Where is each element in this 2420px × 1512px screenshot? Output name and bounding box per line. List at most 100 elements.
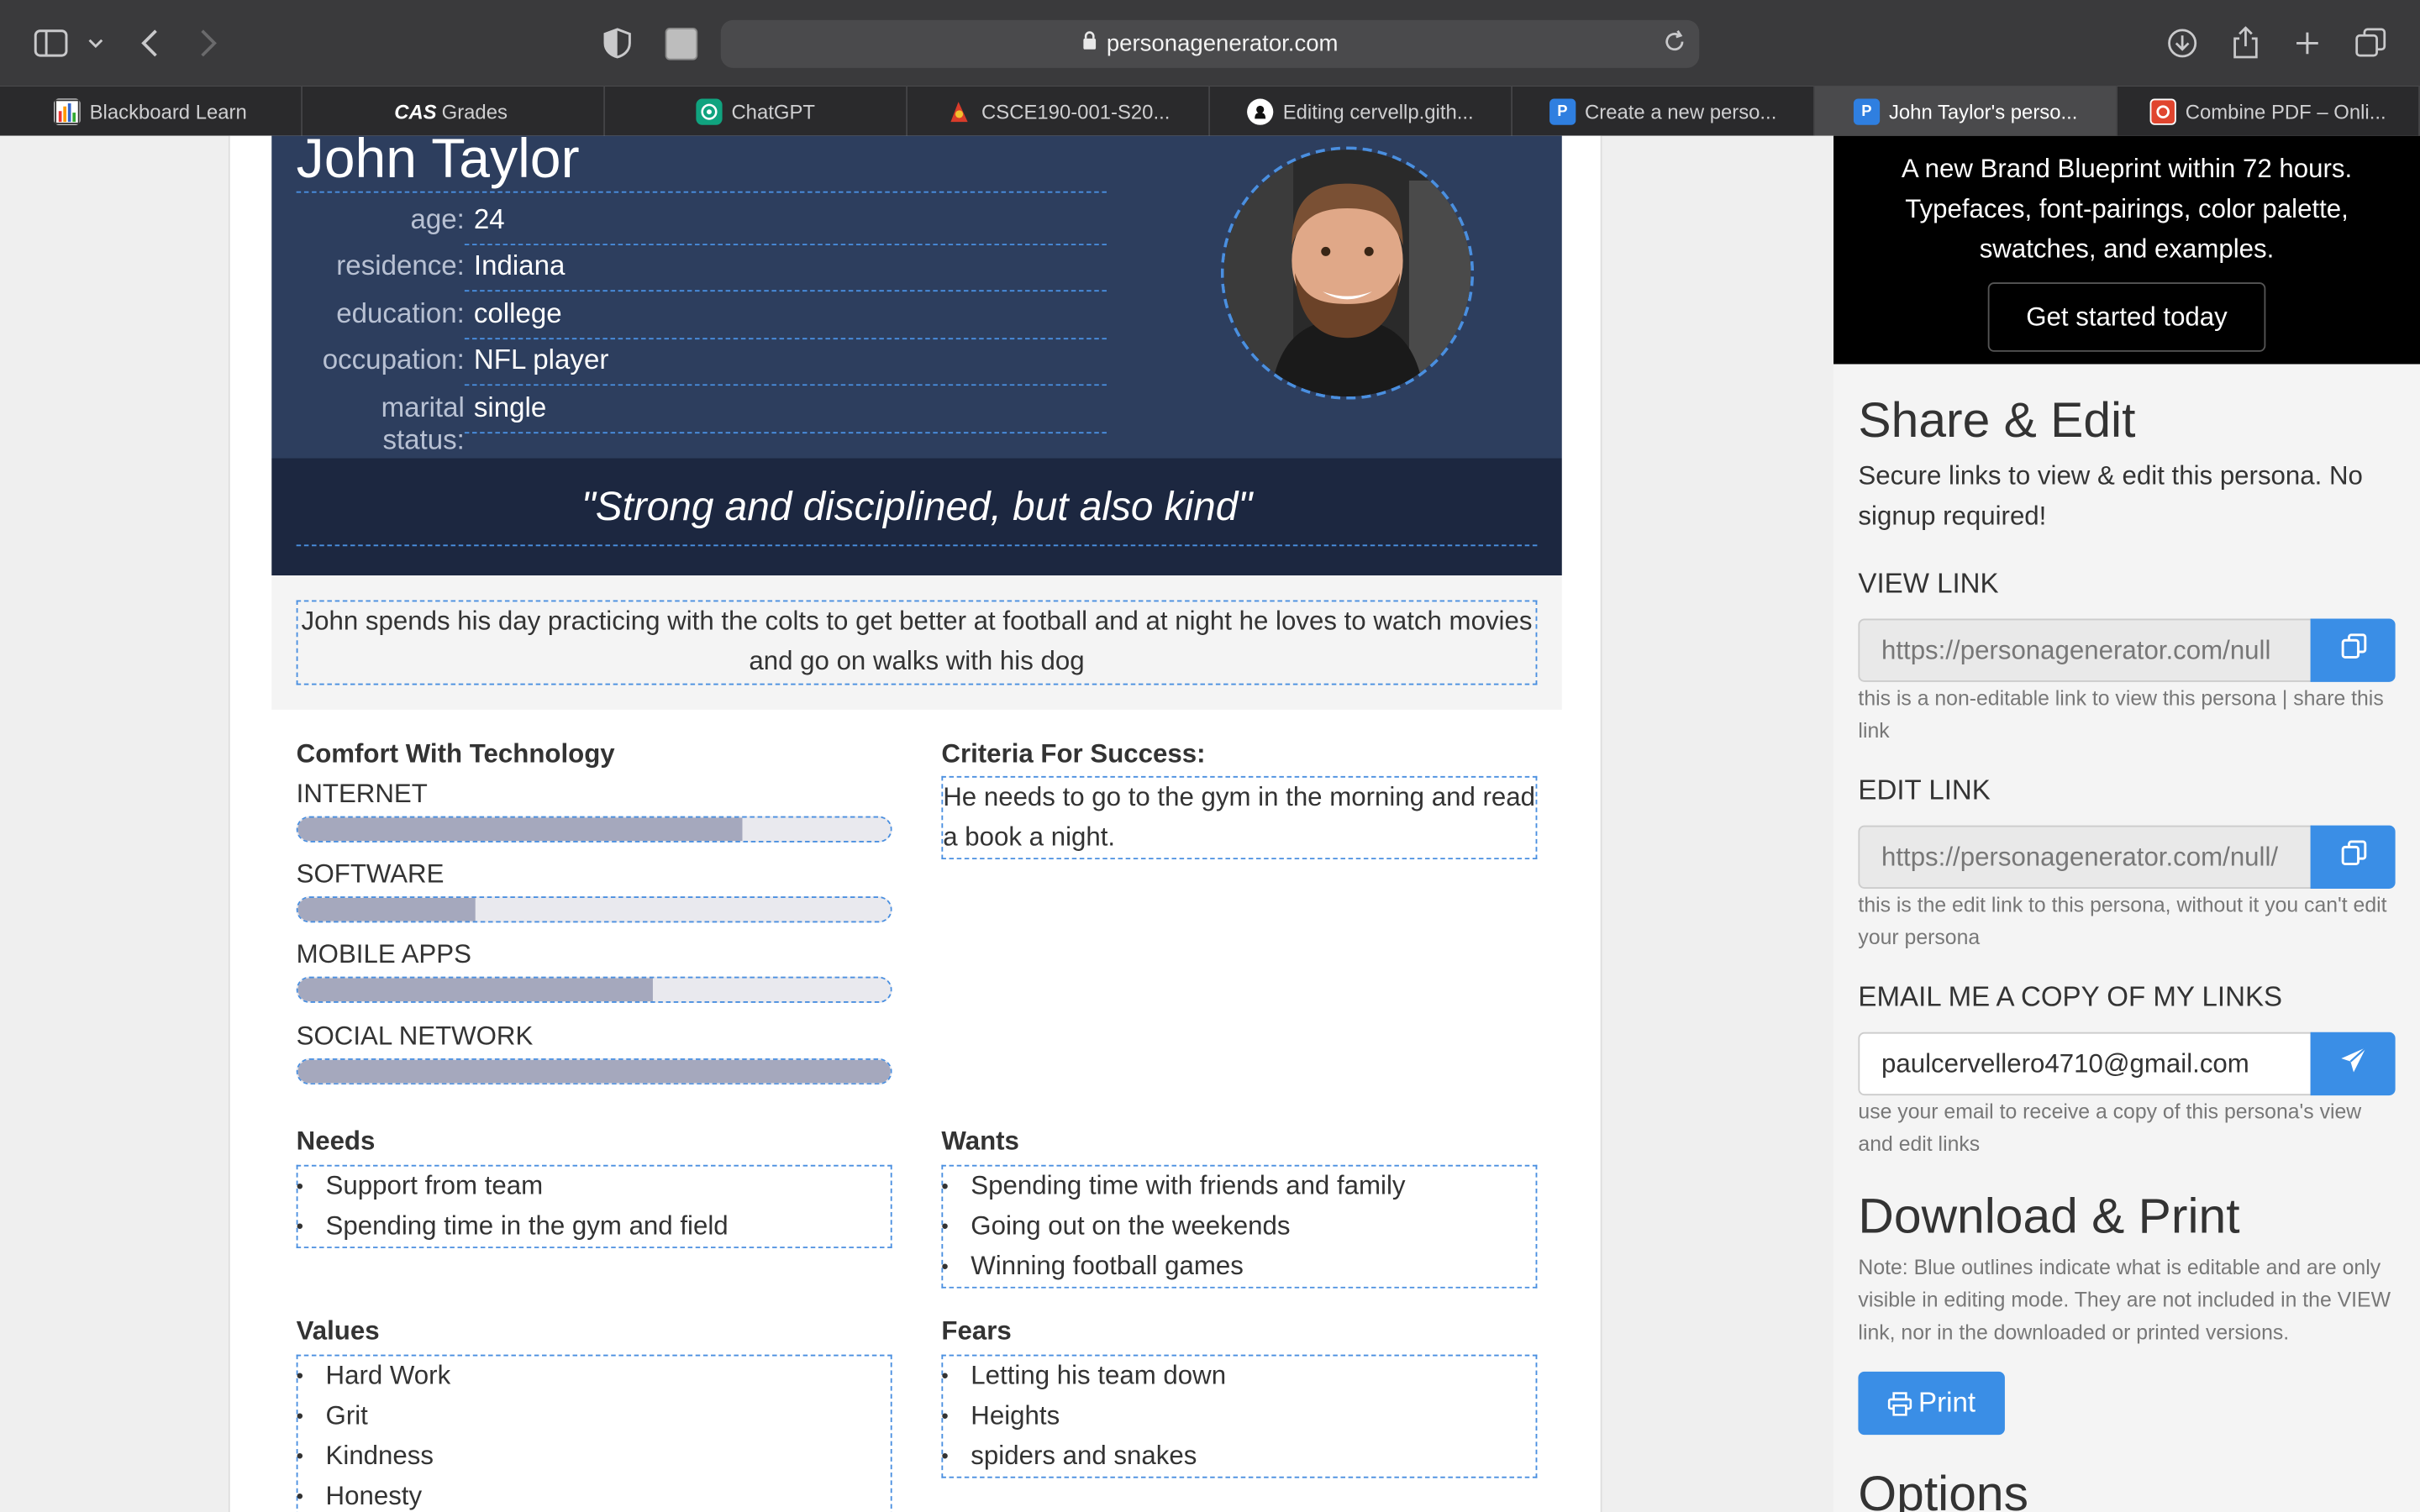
list-item: Spending time in the gym and field [297, 1206, 891, 1247]
copy-edit-link-button[interactable] [2310, 825, 2396, 889]
download-note: Note: Blue outlines indicate what is edi… [1858, 1256, 2391, 1344]
edit-link-input[interactable]: https://personagenerator.com/null/ [1858, 825, 2312, 889]
field-label: age: [410, 203, 465, 235]
ad-banner: A new Brand Blueprint within 72 hours. T… [1833, 135, 2420, 365]
print-button[interactable]: Print [1858, 1371, 2005, 1436]
list-item: Hard Work [297, 1356, 891, 1396]
tab-blackboard[interactable]: Blackboard Learn [0, 86, 303, 136]
persona-name[interactable]: John Taylor [296, 127, 1107, 193]
options-title: Options [1858, 1465, 2028, 1512]
bio-section: John spends his day practicing with the … [271, 575, 1562, 710]
ad-text: A new Brand Blueprint within 72 hours. T… [1901, 154, 2353, 265]
criteria-text[interactable]: He needs to go to the gym in the morning… [941, 775, 1538, 860]
sidebar: A new Brand Blueprint within 72 hours. T… [1833, 135, 2420, 1512]
field-value[interactable]: single [464, 386, 1107, 434]
field-residence: residence: Indiana [297, 244, 1107, 292]
downloads-icon[interactable] [2167, 24, 2198, 61]
list-item: Grit [297, 1396, 891, 1436]
tech-bar-internet[interactable] [296, 816, 892, 843]
tab-label: Create a new perso... [1585, 99, 1777, 123]
tab-label: Blackboard Learn [89, 99, 247, 123]
tech-bar-software[interactable] [296, 896, 892, 923]
list-item: Honesty [297, 1477, 891, 1512]
list-item: Going out on the weekends [941, 1206, 1535, 1247]
send-icon [2339, 1046, 2367, 1081]
view-link-label: VIEW LINK [1858, 567, 1999, 599]
tab-john-taylor[interactable]: P John Taylor's perso... [1815, 86, 2118, 136]
values-list[interactable]: Hard Work Grit Kindness Honesty [297, 1354, 892, 1512]
field-age: age: 24 [297, 197, 1107, 246]
print-label: Print [1918, 1387, 1976, 1418]
field-label: marital status: [381, 391, 465, 455]
new-tab-icon[interactable] [2293, 24, 2321, 61]
share-icon[interactable] [2232, 24, 2260, 61]
tab-github[interactable]: Editing cervellp.gith... [1210, 86, 1513, 136]
tab-label: Editing cervellp.gith... [1282, 99, 1474, 123]
tech-bar-fill [297, 1059, 891, 1084]
tab-label: CSCE190-001-S20... [981, 99, 1171, 123]
field-value[interactable]: NFL player [464, 338, 1107, 386]
send-email-button[interactable] [2310, 1032, 2396, 1096]
field-value[interactable]: Indiana [464, 244, 1107, 292]
wants-title: Wants [941, 1126, 1019, 1156]
share-edit-title: Share & Edit [1858, 391, 2136, 448]
list-item: Support from team [297, 1167, 891, 1207]
reload-icon[interactable] [1662, 29, 1686, 60]
back-icon[interactable] [139, 24, 160, 61]
persona-quote[interactable]: "Strong and disciplined, but also kind" [296, 483, 1538, 547]
avatar[interactable] [1220, 146, 1475, 400]
field-value[interactable]: 24 [464, 197, 1107, 246]
tech-label-internet: INTERNET [296, 779, 428, 809]
tech-bar-mobile-apps[interactable] [296, 976, 892, 1003]
edit-link-help: this is the edit link to this persona, w… [1858, 893, 2387, 949]
tech-title: Comfort With Technology [296, 738, 615, 769]
address-bar[interactable]: personagenerator.com [720, 19, 1700, 68]
printer-icon [1887, 1391, 1912, 1415]
blackboard-icon [54, 97, 81, 124]
field-marital-status: marital status: single [297, 386, 1107, 455]
fears-list[interactable]: Letting his team down Heights spiders an… [941, 1354, 1538, 1478]
list-item: spiders and snakes [941, 1436, 1535, 1477]
wants-list[interactable]: Spending time with friends and family Go… [941, 1164, 1538, 1289]
criteria-title: Criteria For Success: [941, 738, 1206, 769]
copy-icon [2339, 839, 2367, 874]
sidebar-toggle-icon[interactable] [34, 24, 68, 61]
url-text: personagenerator.com [1106, 30, 1339, 57]
forward-icon[interactable] [197, 24, 219, 61]
list-item: Heights [941, 1396, 1535, 1436]
field-occupation: occupation: NFL player [297, 338, 1107, 386]
privacy-shield-icon[interactable] [603, 24, 631, 61]
list-item: Kindness [297, 1436, 891, 1477]
lock-icon [1081, 31, 1097, 57]
chevron-down-icon[interactable] [87, 24, 105, 61]
tab-create-persona[interactable]: P Create a new perso... [1512, 86, 1816, 136]
tech-label-social-network: SOCIAL NETWORK [296, 1021, 534, 1051]
copy-icon [2339, 633, 2367, 668]
persona-document: John Taylor age: 24 residence: Indiana e… [228, 127, 1602, 1512]
tech-label-software: SOFTWARE [296, 859, 445, 889]
field-label: residence: [336, 249, 465, 281]
persona-header: John Taylor age: 24 residence: Indiana e… [271, 127, 1562, 459]
cas-icon: CAS [394, 99, 437, 123]
view-link-input[interactable]: https://personagenerator.com/null [1858, 618, 2312, 682]
tech-bar-fill [297, 817, 743, 842]
browser-toolbar: personagenerator.com [0, 0, 2420, 87]
get-started-button[interactable]: Get started today [1987, 282, 2266, 352]
field-value[interactable]: college [464, 291, 1107, 340]
needs-list[interactable]: Support from team Spending time in the g… [297, 1164, 892, 1248]
email-input[interactable]: paulcervellero4710@gmail.com [1858, 1032, 2312, 1096]
quote-section: "Strong and disciplined, but also kind" [271, 458, 1562, 576]
tech-bar-social-network[interactable] [296, 1058, 892, 1085]
field-education: education: college [297, 291, 1107, 340]
field-label: occupation: [322, 344, 465, 375]
tab-label: ChatGPT [731, 99, 815, 123]
tab-overview-icon[interactable] [2355, 24, 2386, 61]
extension-icon[interactable] [665, 24, 698, 61]
persona-bio[interactable]: John spends his day practicing with the … [296, 600, 1538, 685]
fears-title: Fears [941, 1315, 1012, 1346]
share-edit-desc: Secure links to view & edit this persona… [1858, 461, 2363, 531]
view-link-help: this is a non-editable link to view this… [1858, 686, 2384, 743]
copy-view-link-button[interactable] [2310, 618, 2396, 682]
tab-combine-pdf[interactable]: Combine PDF – Onli... [2118, 86, 2420, 136]
page-content: John Taylor age: 24 residence: Indiana e… [0, 127, 2420, 1512]
